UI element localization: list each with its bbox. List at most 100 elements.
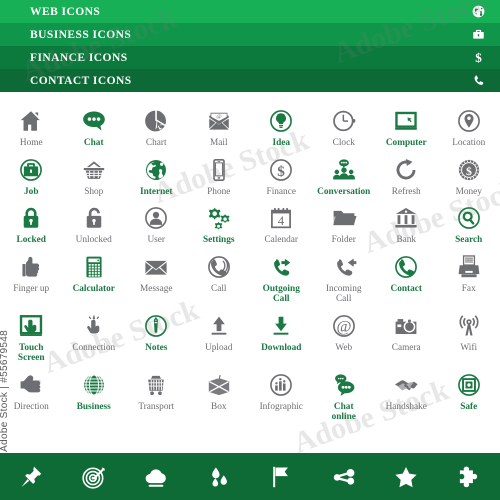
icon-cell-finger-up[interactable]: Finger up	[0, 246, 63, 305]
icon-label: Outgoing Call	[262, 283, 300, 305]
icon-cell-fax[interactable]: Fax	[438, 246, 500, 305]
at-circle-icon: @	[324, 309, 364, 339]
icon-set-poster: WEB ICONS BUSINESS ICONS FINANCE ICONS $ CON…	[0, 0, 500, 500]
icon-label: Search	[455, 235, 483, 245]
watermark-id-text: Adobe Stock | #55679548	[0, 330, 10, 452]
icon-cell-contact[interactable]: Contact	[375, 246, 438, 305]
icon-label: Bank	[396, 235, 417, 245]
icon-cell-safe[interactable]: Safe	[438, 364, 500, 423]
icon-cell-unlocked[interactable]: Unlocked	[63, 197, 126, 246]
icon-cell-wifi[interactable]: Wifi	[438, 305, 500, 364]
icon-label: Mail	[209, 138, 228, 148]
chat-bubble-icon	[74, 104, 114, 134]
icon-cell-search[interactable]: Search	[438, 197, 500, 246]
icon-label: Internet	[139, 186, 173, 197]
icon-cell-handshake[interactable]: Handshake	[375, 364, 438, 423]
icon-cell-shop[interactable]: Shop	[63, 149, 126, 198]
header-bar-finance-icons[interactable]: FINANCE ICONS $	[0, 46, 500, 69]
icon-cell-call[interactable]: Call	[188, 246, 251, 305]
icon-cell-transport[interactable]: Transport	[125, 364, 188, 423]
icon-cell-folder[interactable]: Folder	[313, 197, 376, 246]
icon-cell-download[interactable]: Download	[250, 305, 313, 364]
icon-cell-box[interactable]: Box	[188, 364, 251, 423]
icon-cell-infographic[interactable]: Infographic	[250, 364, 313, 423]
icon-cell-incoming-call[interactable]: Incoming Call	[313, 246, 376, 305]
icon-label: Locked	[16, 235, 46, 245]
puzzle-piece-icon[interactable]	[438, 464, 500, 490]
icon-cell-location[interactable]: Location	[438, 100, 500, 149]
icon-label: Chat online	[331, 401, 356, 423]
icon-label: Location	[452, 138, 486, 148]
briefcase-icon	[11, 153, 51, 183]
icon-cell-locked[interactable]: Locked	[0, 197, 63, 246]
icon-cell-calendar[interactable]: 4 Calendar	[250, 197, 313, 246]
target-icon[interactable]	[63, 464, 126, 490]
icon-cell-notes[interactable]: Notes	[125, 305, 188, 364]
icon-cell-web[interactable]: @ Web	[313, 305, 376, 364]
icon-cell-finance[interactable]: $ Finance	[250, 149, 313, 198]
icon-cell-user[interactable]: User	[125, 197, 188, 246]
icon-cell-chat-online[interactable]: Chat online	[313, 364, 376, 423]
pushpin-icon[interactable]	[0, 464, 63, 490]
icon-label: Chart	[145, 138, 167, 148]
icon-cell-business[interactable]: Business	[63, 364, 126, 423]
icon-label: Refresh	[391, 186, 421, 197]
icon-label: Shop	[84, 186, 104, 197]
icon-label: Fax	[461, 283, 476, 294]
coin-icon: $	[449, 153, 489, 183]
header-bar-title: WEB ICONS	[30, 5, 101, 18]
icon-cell-outgoing-call[interactable]: Outgoing Call	[250, 246, 313, 305]
icon-label: Incoming Call	[325, 283, 362, 305]
wifi-tower-icon	[449, 309, 489, 339]
phone-circle-icon	[386, 250, 426, 280]
icon-cell-computer[interactable]: Computer	[375, 100, 438, 149]
icon-label: Handshake	[385, 401, 427, 412]
icon-label: Settings	[202, 235, 235, 245]
icon-label: Direction	[13, 401, 49, 412]
user-avatar-icon	[136, 201, 176, 231]
icon-cell-settings[interactable]: Settings	[188, 197, 251, 246]
icon-cell-conversation[interactable]: Conversation	[313, 149, 376, 198]
share-nodes-icon[interactable]	[313, 464, 376, 490]
icon-cell-connection[interactable]: Connection	[63, 305, 126, 364]
icon-label: Chat	[83, 138, 104, 148]
icon-label: Call	[211, 283, 227, 294]
icon-label: Wifi	[460, 342, 478, 353]
icon-cell-calculator[interactable]: Calculator	[63, 246, 126, 305]
icon-cell-upload[interactable]: Upload	[188, 305, 251, 364]
flag-icon[interactable]	[250, 464, 313, 490]
icon-label: Unlocked	[75, 235, 112, 245]
icon-cell-bank[interactable]: Bank	[375, 197, 438, 246]
icon-cell-refresh[interactable]: Refresh	[375, 149, 438, 198]
icon-cell-mail[interactable]: @ Mail	[188, 100, 251, 149]
icon-label: Home	[19, 138, 43, 148]
cloud-icon[interactable]	[125, 464, 188, 490]
header-bar-title: CONTACT ICONS	[30, 74, 132, 87]
star-icon[interactable]	[375, 464, 438, 490]
icon-label: Money	[455, 186, 482, 197]
icon-row: Job Shop Internet Phone $ Finance Conversation…	[0, 149, 500, 198]
icon-label: Calculator	[72, 283, 115, 294]
icon-cell-idea[interactable]: Idea	[250, 100, 313, 149]
pointing-hand-icon	[74, 309, 114, 339]
icon-cell-money[interactable]: $ Money	[438, 149, 500, 198]
icon-label: Clock	[332, 138, 355, 148]
package-box-icon	[199, 368, 239, 398]
header-bar-contact-icons[interactable]: CONTACT ICONS	[0, 69, 500, 92]
water-drops-icon[interactable]	[188, 464, 251, 490]
icon-cell-phone[interactable]: Phone	[188, 149, 251, 198]
icon-cell-chat[interactable]: Chat	[63, 100, 126, 149]
icon-cell-chart[interactable]: Chart	[125, 100, 188, 149]
incoming-call-icon	[324, 250, 364, 280]
icon-cell-home[interactable]: Home	[0, 100, 63, 149]
envelope-at-icon: @	[199, 104, 239, 134]
icon-cell-message[interactable]: Message	[125, 246, 188, 305]
icon-cell-camera[interactable]: Camera	[375, 305, 438, 364]
icon-label: Finance	[266, 186, 296, 197]
header-bar-business-icons[interactable]: BUSINESS ICONS	[0, 23, 500, 46]
icon-cell-internet[interactable]: Internet	[125, 149, 188, 198]
header-bar-web-icons[interactable]: WEB ICONS	[0, 0, 500, 23]
icon-cell-clock[interactable]: Clock	[313, 100, 376, 149]
icon-cell-job[interactable]: Job	[0, 149, 63, 198]
magnifier-icon	[449, 201, 489, 231]
